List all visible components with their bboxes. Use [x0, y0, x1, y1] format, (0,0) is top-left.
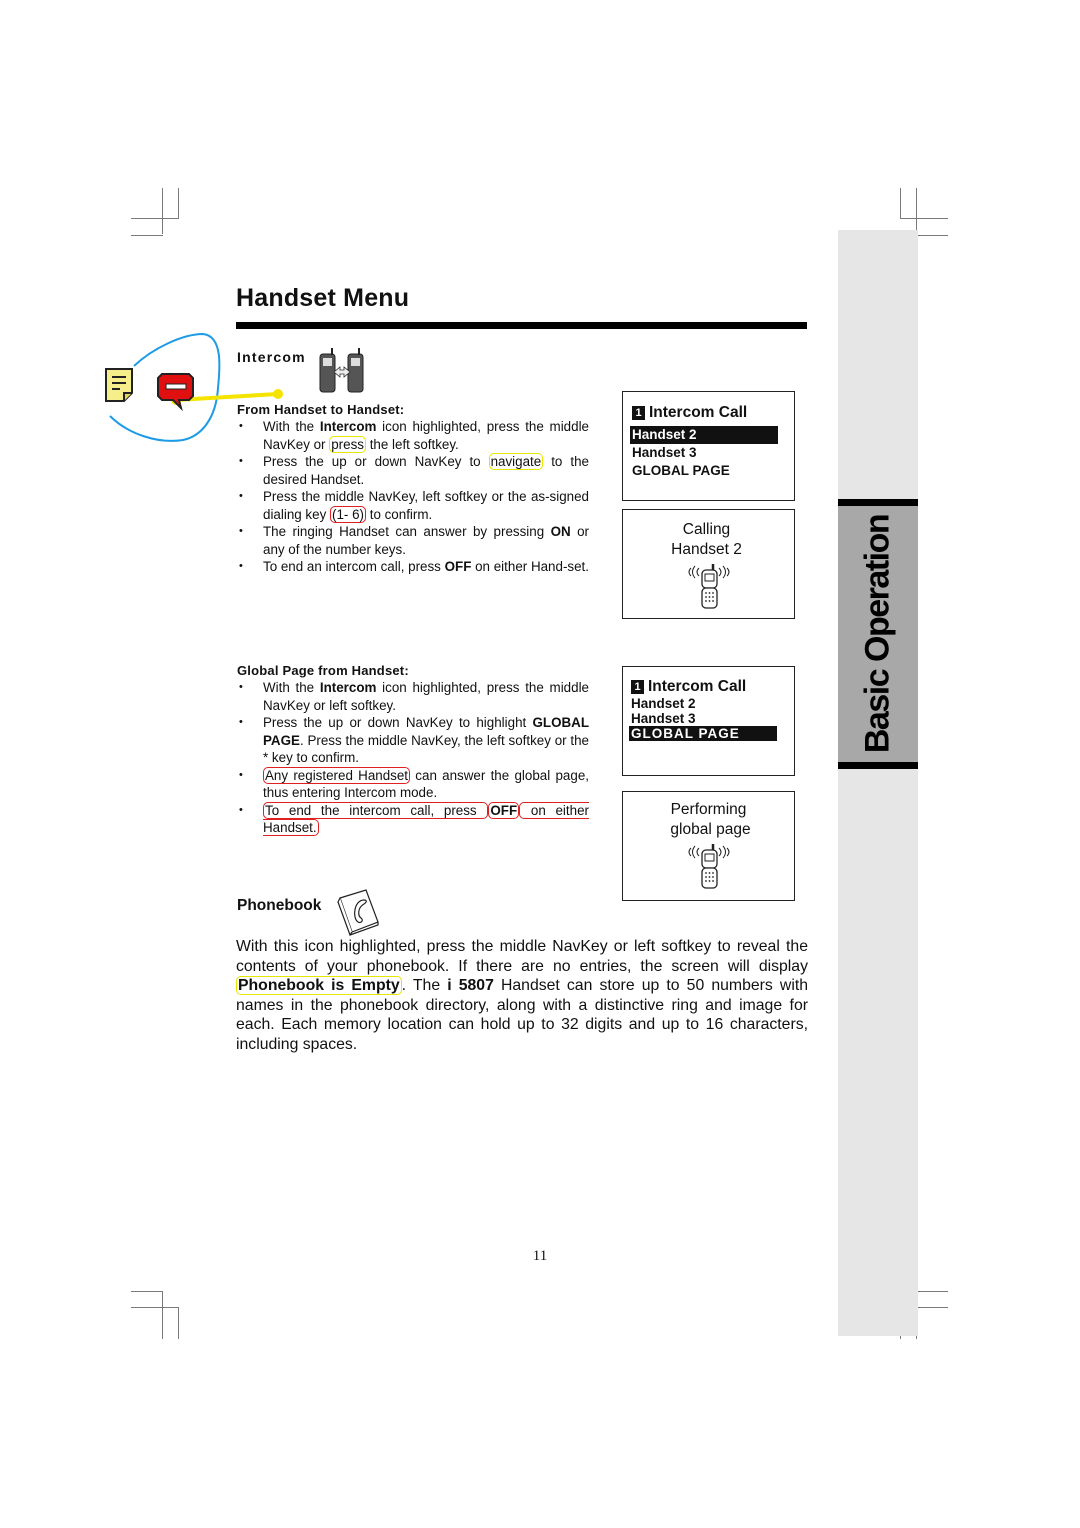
text-run: Press the up or down NavKey to [263, 454, 489, 469]
highlighted-text: OFF [488, 801, 520, 819]
paging-line-1: Performing [670, 801, 747, 818]
calling-line-2: Handset 2 [671, 541, 742, 558]
menu-row[interactable]: Handset 3 [629, 711, 777, 726]
from-handset-steps: With the Intercom icon highlighted, pres… [237, 418, 589, 576]
crop-mark [162, 1291, 163, 1339]
screen-title-text: Intercom Call [649, 404, 748, 421]
bold-text: Intercom [319, 680, 377, 695]
text-run: Press the up or down NavKey to highlight [263, 715, 533, 730]
phonebook-icon [336, 888, 384, 941]
text-run: The ringing Handset can answer by pressi… [263, 524, 551, 539]
text-run: . Press the middle NavKey, the left soft… [263, 732, 589, 766]
calling-line-1: Calling [682, 521, 731, 538]
crop-mark [131, 218, 179, 219]
menu-row[interactable]: Handset 2 [629, 696, 777, 711]
screen-title: 1 Intercom Call [632, 404, 794, 422]
screen-calling: Calling Handset 2 [622, 509, 795, 619]
text-run: to confirm. [366, 506, 433, 522]
bold-text: OFF [444, 559, 472, 574]
crop-mark [900, 218, 948, 219]
screen-intercom-menu-1: 1 Intercom Call Handset 2 Handset 3 GLOBAL… [622, 391, 795, 501]
highlighted-text: navigate [488, 453, 544, 470]
step-item: Press the middle NavKey, left softkey or… [237, 488, 589, 523]
paging-line-2: global page [670, 821, 751, 838]
text-run: the left softkey. [365, 436, 459, 452]
text-run: With the [263, 680, 320, 695]
intercom-heading: Intercom [237, 349, 306, 365]
highlighted-text: (1- 6) [330, 505, 366, 523]
ringing-handset-icon [623, 562, 794, 615]
text-run: . The [401, 977, 448, 995]
screen-global-paging: Performing global page [622, 791, 795, 901]
step-item: With the Intercom icon highlighted, pres… [237, 418, 589, 453]
crop-mark [916, 235, 948, 236]
menu-rows: Handset 2 Handset 3 GLOBAL PAGE [630, 426, 778, 480]
page-title: Handset Menu [236, 284, 410, 312]
step-item: Press the up or down NavKey to highlight… [237, 714, 589, 767]
highlighted-text: press [329, 435, 366, 453]
bold-text: i 5807 [447, 977, 494, 995]
two-handsets-icon [318, 346, 366, 399]
step-item: With the Intercom icon highlighted, pres… [237, 679, 589, 714]
crop-mark [131, 1307, 179, 1308]
bold-text: ON [550, 524, 571, 539]
text-run: on either Hand-set. [471, 559, 589, 574]
crop-mark [178, 1307, 179, 1339]
connector-end [273, 389, 283, 399]
crop-mark [131, 1291, 163, 1292]
step-item: The ringing Handset can answer by pressi… [237, 523, 589, 558]
section-tab-label: Basic Operation [858, 514, 897, 754]
menu-row[interactable]: Handset 3 [630, 444, 778, 462]
page-number: 11 [532, 1248, 548, 1264]
crop-mark [131, 235, 163, 236]
step-item: Any registered Handset can answer the gl… [237, 766, 589, 802]
text-run: To end an intercom call, press [263, 559, 445, 574]
screen-title-text: Intercom Call [648, 678, 747, 695]
bold-text: Intercom [319, 419, 377, 434]
phonebook-description: With this icon highlighted, press the mi… [236, 937, 808, 1055]
phonebook-heading: Phonebook [237, 897, 322, 914]
menu-row-selected[interactable]: GLOBAL PAGE [629, 726, 777, 741]
step-item: Press the up or down NavKey to navigate … [237, 453, 589, 488]
crop-mark [162, 188, 163, 234]
menu-number-badge: 1 [632, 406, 645, 420]
menu-number-badge: 1 [631, 680, 644, 694]
menu-row[interactable]: GLOBAL PAGE [630, 462, 778, 480]
comment-bubble-icon[interactable] [157, 372, 195, 417]
highlighted-text: Phonebook is Empty [236, 976, 402, 996]
highlighted-text: Any registered Handset [263, 766, 411, 784]
sticky-note-icon[interactable] [104, 367, 136, 408]
highlighted-text: To end the intercom call, press [263, 801, 489, 819]
from-handset-heading: From Handset to Handset: [237, 402, 405, 417]
ringing-handset-icon [623, 842, 794, 895]
crop-mark [178, 188, 179, 218]
step-item: To end an intercom call, press OFF on ei… [237, 558, 589, 576]
menu-row-selected[interactable]: Handset 2 [630, 426, 778, 444]
crop-mark [916, 1291, 948, 1292]
crop-mark [900, 188, 901, 218]
menu-rows: Handset 2 Handset 3 GLOBAL PAGE [629, 696, 777, 741]
text-run: With the [263, 419, 320, 434]
text-run: With this icon highlighted, press the mi… [236, 938, 808, 975]
crop-mark [916, 188, 917, 236]
screen-title: 1 Intercom Call [631, 678, 794, 696]
global-page-heading: Global Page from Handset: [237, 663, 409, 678]
screen-intercom-menu-2: 1 Intercom Call Handset 2 Handset 3 GLOBAL… [622, 666, 795, 776]
global-page-steps: With the Intercom icon highlighted, pres… [237, 679, 589, 837]
step-item: To end the intercom call, press OFF on e… [237, 801, 589, 837]
side-strip [838, 230, 918, 1336]
section-tab[interactable]: Basic Operation [838, 499, 918, 769]
